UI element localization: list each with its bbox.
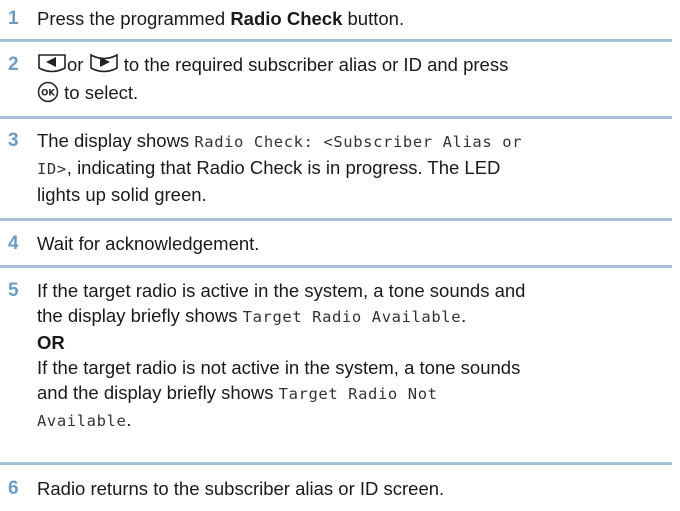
step-text: Press the programmed Radio Check button. (37, 6, 672, 31)
step-5-line-4: If the target radio is not active in the… (37, 357, 521, 378)
step-1: 1 Press the programmed Radio Check butto… (0, 6, 672, 32)
step-text: Wait for acknowledgement. (37, 233, 260, 254)
display-text: Target Radio Available (242, 308, 462, 326)
display-text: Target Radio Not (278, 385, 438, 403)
step-4: 4 Wait for acknowledgement. (0, 231, 672, 257)
svg-text:OK: OK (41, 89, 55, 99)
step-2-text: to the required subscriber alias or ID a… (118, 54, 509, 75)
ok-key-icon: OK (37, 81, 59, 103)
step-2-or: or (67, 54, 84, 75)
step-2-text-end: to select. (59, 82, 139, 103)
step-number: 3 (8, 130, 19, 151)
divider (0, 218, 672, 221)
step-number: 1 (8, 8, 19, 29)
step-text: The display shows Radio Check: <Subscrib… (37, 128, 672, 207)
step-2-line-1: or to the required subscriber alias or I… (37, 52, 672, 77)
step-1-text-end: button. (342, 8, 405, 29)
divider (0, 265, 672, 268)
step-5-line-6: Available. (37, 407, 672, 434)
step-3: 3 The display shows Radio Check: <Subscr… (0, 128, 672, 208)
step-5-text: the display briefly shows (37, 305, 243, 326)
radio-check-button-name: Radio Check (230, 8, 343, 29)
left-arrow-key-icon (38, 54, 66, 73)
step-5-text: and the display briefly shows (37, 382, 279, 403)
divider (0, 39, 672, 42)
step-text: or to the required subscriber alias or I… (37, 52, 672, 105)
step-5-line-5: and the display briefly shows Target Rad… (37, 380, 672, 407)
step-2-line-2: OK to select. (37, 80, 672, 105)
step-5-line-1: If the target radio is active in the sys… (37, 280, 526, 301)
or-label: OR (37, 332, 65, 353)
period: . (126, 409, 132, 430)
step-number: 4 (8, 233, 19, 254)
display-text: Radio Check: <Subscriber Alias or (194, 133, 523, 151)
step-5-line-2: the display briefly shows Target Radio A… (37, 303, 672, 330)
step-1-text-start: Press the programmed (37, 8, 231, 29)
divider (0, 462, 672, 465)
step-3-text-start: The display shows (37, 130, 195, 151)
step-3-line-2: ID>, indicating that Radio Check is in p… (37, 155, 672, 182)
period: . (461, 305, 467, 326)
step-number: 6 (8, 478, 19, 499)
step-3-line-1: The display shows Radio Check: <Subscrib… (37, 128, 672, 155)
right-arrow-key-icon (89, 53, 118, 73)
step-text: If the target radio is active in the sys… (37, 278, 672, 434)
step-text: Radio returns to the subscriber alias or… (37, 478, 445, 499)
step-number: 2 (8, 54, 19, 75)
step-3-line-3: lights up solid green. (37, 184, 207, 205)
step-3-text-mid: , indicating that Radio Check is in prog… (66, 157, 501, 178)
display-text: Available (37, 412, 127, 430)
step-5: 5 If the target radio is active in the s… (0, 278, 672, 458)
step-number: 5 (8, 280, 19, 301)
divider (0, 116, 672, 119)
step-2: 2 or to the required subscriber alias or… (0, 52, 672, 106)
step-6: 6 Radio returns to the subscriber alias … (0, 476, 672, 502)
display-text: ID> (37, 160, 67, 178)
